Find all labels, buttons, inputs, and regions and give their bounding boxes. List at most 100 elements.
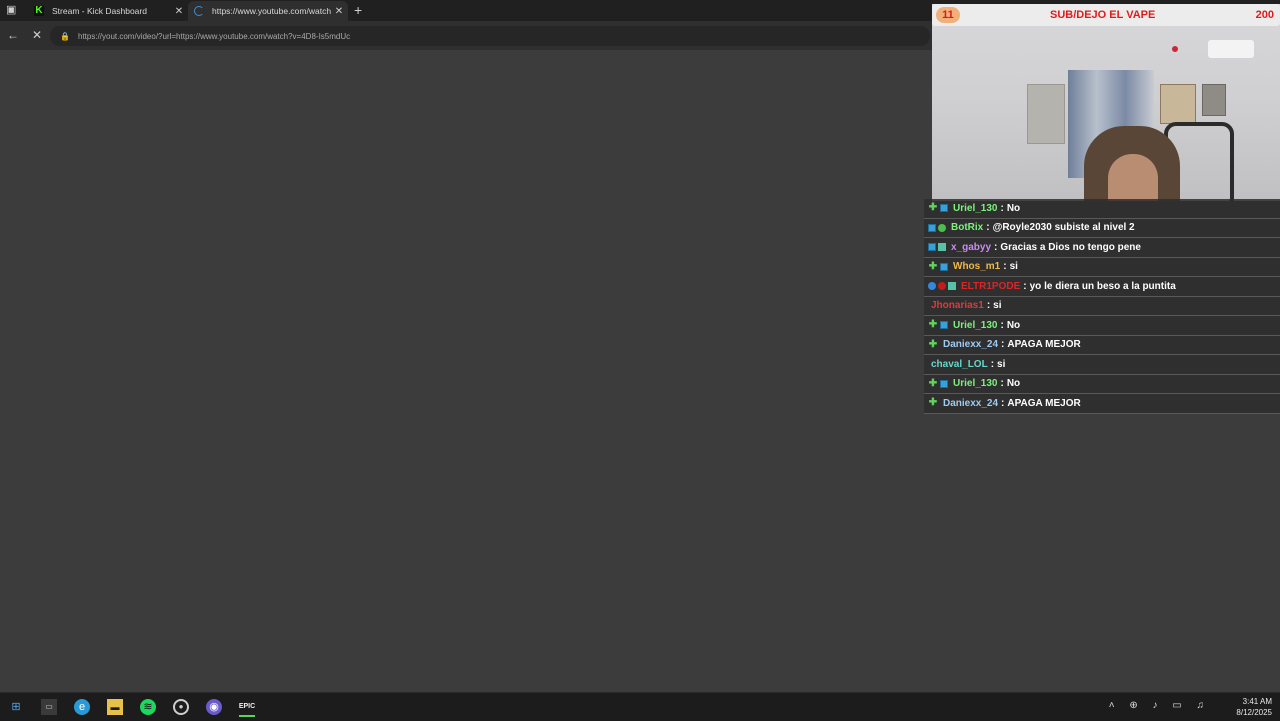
goal-current-count: 11 (936, 7, 960, 23)
loading-spinner-icon (194, 6, 204, 16)
chat-message: ELTR1PODE: yo le diera un beso a la punti… (924, 277, 1280, 297)
camera-scene (1108, 154, 1158, 201)
sub-goal-bar: 11 SUB/DEJO EL VAPE 200 (932, 4, 1280, 26)
goal-target-count: 200 (1255, 9, 1274, 21)
moderator-badge-icon (938, 282, 946, 291)
kick-icon: K (34, 5, 44, 16)
chat-separator: : (990, 358, 995, 370)
tab-title: https://www.youtube.com/watch (212, 6, 332, 16)
verified-badge-icon (938, 223, 946, 232)
edge-icon[interactable]: e (74, 699, 90, 715)
subscriber-badge-icon (940, 262, 948, 271)
site-info-icon[interactable]: 🔒 (60, 32, 70, 41)
file-explorer-icon[interactable]: ▬ (107, 699, 123, 715)
chat-separator: : (1000, 378, 1004, 390)
chat-text: @Royle2030 subiste al nivel 2 (992, 222, 1135, 234)
chat-text: si (993, 300, 1002, 312)
subscriber-badge-icon (940, 204, 948, 213)
chat-message: ✚ Uriel_130: No (924, 316, 1280, 336)
chat-username: ELTR1PODE (961, 280, 1021, 292)
plus-badge-icon: ✚ (928, 338, 938, 350)
camera-scene (1208, 40, 1254, 58)
back-arrow-icon[interactable]: ← (5, 27, 21, 43)
chat-separator: : (994, 241, 998, 253)
chat-text: No (1006, 319, 1021, 331)
subscriber-badge-icon (928, 243, 936, 252)
chat-username: Daniexx_24 (943, 397, 999, 409)
obs-icon[interactable]: ● (173, 699, 189, 715)
camera-scene (1160, 84, 1196, 124)
chat-username: Uriel_130 (953, 202, 998, 214)
chat-overlay: ✚ Uriel_130: No BotRix: @Royle2030 subiste a… (924, 199, 1280, 414)
chat-username: Uriel_130 (953, 378, 998, 390)
plus-badge-icon: ✚ (928, 260, 938, 272)
chat-separator: : (1001, 339, 1005, 351)
taskbar-clock[interactable]: 3:41 AM 8/12/2025 (1222, 696, 1272, 718)
system-tray-icons[interactable]: ˄ ⊕ ♪ ▭ ♫ (1109, 700, 1210, 711)
chat-username: Daniexx_24 (943, 339, 999, 351)
chat-username: Whos_m1 (953, 261, 1001, 273)
clock-date: 8/12/2025 (1236, 708, 1272, 717)
chat-message: Jhonarias1: si (924, 296, 1280, 316)
chat-message: ✚ Uriel_130: No (924, 199, 1280, 219)
chat-message: BotRix: @Royle2030 subiste al nivel 2 (924, 218, 1280, 238)
browser-icon[interactable]: ◉ (206, 699, 222, 715)
chat-message: x_gabyy: Gracias a Dios no tengo pene (924, 238, 1280, 258)
taskbar: ⊞ ▭ e ▬ ≋ ● ◉ EPIC ˄ ⊕ ♪ ▭ ♫ 3:41 AM 8/1… (0, 692, 1280, 721)
chat-message: chaval_LOL: si (924, 355, 1280, 375)
epic-games-icon[interactable]: EPIC (239, 699, 255, 717)
chat-text: si (1009, 261, 1018, 273)
plus-badge-icon: ✚ (928, 377, 938, 389)
goal-label: SUB/DEJO EL VAPE (1050, 9, 1156, 21)
subscriber-badge-icon (938, 243, 946, 252)
stop-loading-icon[interactable]: ✕ (29, 27, 45, 43)
chat-username: chaval_LOL (931, 358, 988, 370)
chat-text: Gracias a Dios no tengo pene (1000, 241, 1141, 253)
tab-youtube[interactable]: https://www.youtube.com/watch ✕ (188, 1, 348, 21)
chat-username: BotRix (951, 222, 984, 234)
chat-text: No (1006, 202, 1021, 214)
clock-time: 3:41 AM (1242, 697, 1272, 706)
globe-badge-icon (928, 282, 936, 291)
plus-badge-icon: ✚ (928, 319, 938, 331)
subscriber-badge-icon (940, 321, 948, 330)
plus-badge-icon: ✚ (928, 202, 938, 214)
chat-text: si (997, 358, 1006, 370)
close-tab-icon[interactable]: ✕ (174, 6, 184, 17)
spotify-icon[interactable]: ≋ (140, 699, 156, 715)
camera-scene (1027, 84, 1065, 144)
chat-message: ✚ Daniexx_24: APAGA MEJOR (924, 394, 1280, 414)
url-input[interactable] (76, 30, 930, 42)
chat-text: yo le diera un beso a la puntita (1029, 280, 1176, 292)
chat-separator: : (1003, 261, 1007, 273)
camera-scene (1172, 46, 1178, 52)
chat-separator: : (1023, 280, 1027, 292)
address-bar[interactable]: 🔒 (50, 26, 930, 46)
chat-text: APAGA MEJOR (1007, 397, 1081, 409)
terminal-icon[interactable]: ▭ (41, 699, 57, 715)
chat-username: x_gabyy (951, 241, 992, 253)
subscriber-badge-icon (948, 282, 956, 291)
close-tab-icon[interactable]: ✕ (334, 6, 344, 17)
chat-separator: : (986, 222, 990, 234)
stream-camera-overlay: 11 SUB/DEJO EL VAPE 200 (932, 4, 1280, 201)
chat-text: No (1006, 378, 1021, 390)
plus-badge-icon: ✚ (928, 397, 938, 409)
chat-separator: : (1001, 397, 1005, 409)
windows-start-icon[interactable]: ⊞ (8, 699, 24, 715)
tab-actions-icon[interactable]: ▣ (6, 5, 18, 16)
chat-message: ✚ Whos_m1: si (924, 257, 1280, 277)
new-tab-button[interactable]: + (354, 2, 362, 18)
tab-kick-dashboard[interactable]: K Stream - Kick Dashboard ✕ (28, 1, 188, 21)
subscriber-badge-icon (940, 379, 948, 388)
chat-separator: : (986, 300, 991, 312)
tab-title: Stream - Kick Dashboard (52, 6, 147, 16)
chat-text: APAGA MEJOR (1007, 339, 1081, 351)
chat-separator: : (1000, 319, 1004, 331)
chat-message: ✚ Daniexx_24: APAGA MEJOR (924, 335, 1280, 355)
camera-scene (1202, 84, 1226, 116)
subscriber-badge-icon (928, 223, 936, 232)
chat-separator: : (1000, 202, 1004, 214)
chat-message: ✚ Uriel_130: No (924, 374, 1280, 394)
chat-username: Jhonarias1 (931, 300, 984, 312)
